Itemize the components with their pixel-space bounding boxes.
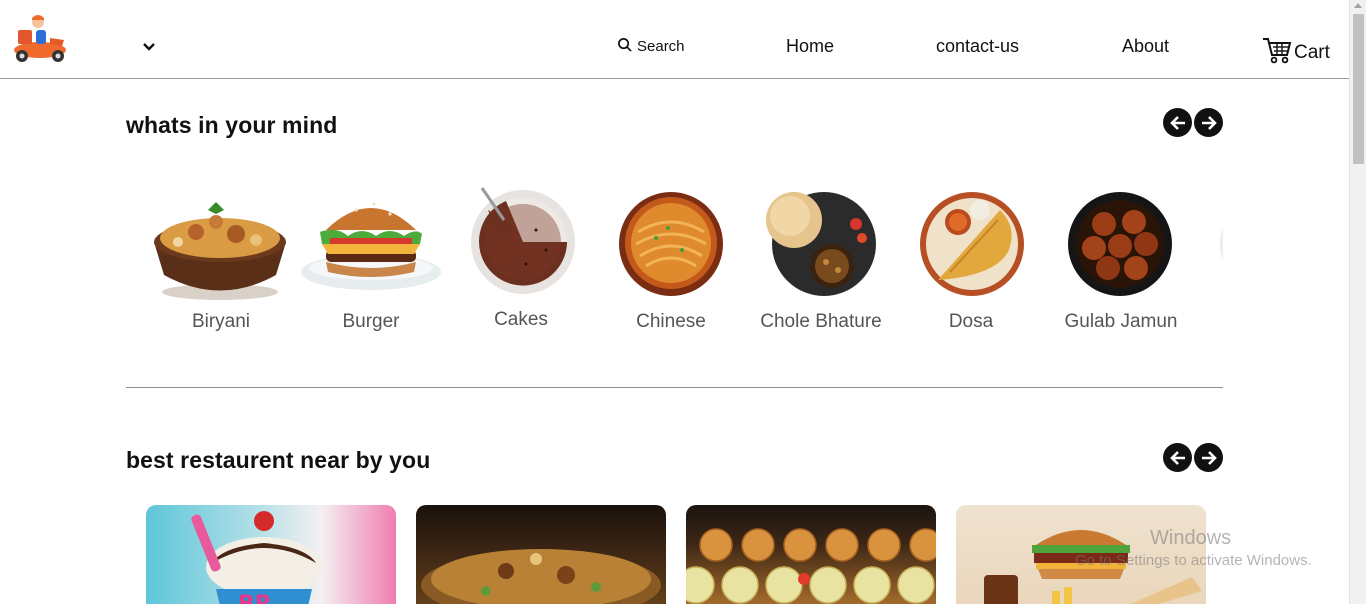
svg-text:BR: BR <box>238 592 272 604</box>
arrow-left-icon <box>1169 450 1185 465</box>
ice-cream-image: BR <box>191 511 322 604</box>
search-icon <box>617 37 632 56</box>
page-scrollbar[interactable] <box>1349 0 1366 604</box>
mind-carousel-controls <box>1163 108 1223 137</box>
sweets-platter-image <box>686 528 936 604</box>
arrow-right-icon <box>1201 115 1217 130</box>
food-label-biryani: Biryani <box>191 311 251 332</box>
arrow-right-icon <box>1201 450 1217 465</box>
food-item-chole-bhature[interactable]: Chole Bhature <box>746 180 896 350</box>
restaurant-card-ice-cream[interactable]: BR <box>146 505 396 604</box>
nav-search-label: Search <box>637 38 685 55</box>
prev-arrow-button[interactable] <box>1163 443 1192 472</box>
nav-about-link[interactable]: About <box>1122 36 1169 57</box>
section-title-restaurants: best restaurent near by you <box>126 447 431 473</box>
arrow-left-icon <box>1169 115 1185 130</box>
section-title-mind: whats in your mind <box>126 112 338 138</box>
burger-plate-icon <box>301 202 441 290</box>
chevron-down-icon[interactable] <box>142 40 156 52</box>
food-item-chinese[interactable]: Chinese <box>596 180 746 350</box>
nav-contact-link[interactable]: contact-us <box>936 36 1019 57</box>
dosa-plate-icon <box>920 192 1024 296</box>
cart-icon <box>1262 36 1292 70</box>
scroll-up-arrow-icon[interactable] <box>1354 3 1362 8</box>
food-item-dosa[interactable]: Dosa <box>896 180 1046 350</box>
restaurant-card-biryani[interactable] <box>416 505 666 604</box>
food-item-partial[interactable] <box>1196 180 1223 350</box>
food-item-cakes[interactable]: Cakes <box>446 180 596 350</box>
food-label-burger: Burger <box>342 311 400 332</box>
food-label-chinese: Chinese <box>636 311 706 332</box>
food-label-dosa: Dosa <box>948 311 994 332</box>
next-arrow-button[interactable] <box>1194 108 1223 137</box>
next-arrow-button[interactable] <box>1194 443 1223 472</box>
noodles-plate-icon <box>619 192 723 296</box>
food-category-carousel: Biryani Burger Cakes Chinese Chole Bhatu… <box>146 180 1223 350</box>
biryani-bowl-icon <box>154 202 286 300</box>
food-label-gulab-jamun: Gulab Jamun <box>1064 311 1178 332</box>
gulab-jamun-bowl-icon <box>1068 192 1172 296</box>
windows-activation-text: Go to Settings to activate Windows. <box>1075 552 1312 569</box>
scroll-thumb[interactable] <box>1353 14 1364 164</box>
nav-search[interactable]: Search <box>617 37 685 56</box>
nav-cart-link[interactable]: Cart <box>1262 36 1330 70</box>
biryani-dish-image <box>421 549 661 604</box>
restaurant-card-sweets[interactable] <box>686 505 936 604</box>
prev-arrow-button[interactable] <box>1163 108 1192 137</box>
food-item-gulab-jamun[interactable]: Gulab Jamun <box>1046 180 1196 350</box>
food-item-burger[interactable]: Burger <box>296 180 446 350</box>
top-navbar: Search Home contact-us About Cart <box>0 0 1349 79</box>
nav-cart-label: Cart <box>1294 42 1330 63</box>
food-label-cakes: Cakes <box>494 309 548 330</box>
chole-bhature-plate-icon <box>766 192 876 296</box>
delivery-scooter-logo[interactable] <box>10 10 70 64</box>
nav-home-link[interactable]: Home <box>786 36 834 57</box>
next-food-plate-icon <box>1220 226 1223 262</box>
food-label-chole-bhature: Chole Bhature <box>760 311 882 332</box>
food-item-biryani[interactable]: Biryani <box>146 180 296 350</box>
cake-plate-icon <box>471 187 575 294</box>
restaurant-carousel-controls <box>1163 443 1223 472</box>
windows-activation-title: Windows <box>1150 527 1232 549</box>
section-divider <box>126 387 1223 388</box>
